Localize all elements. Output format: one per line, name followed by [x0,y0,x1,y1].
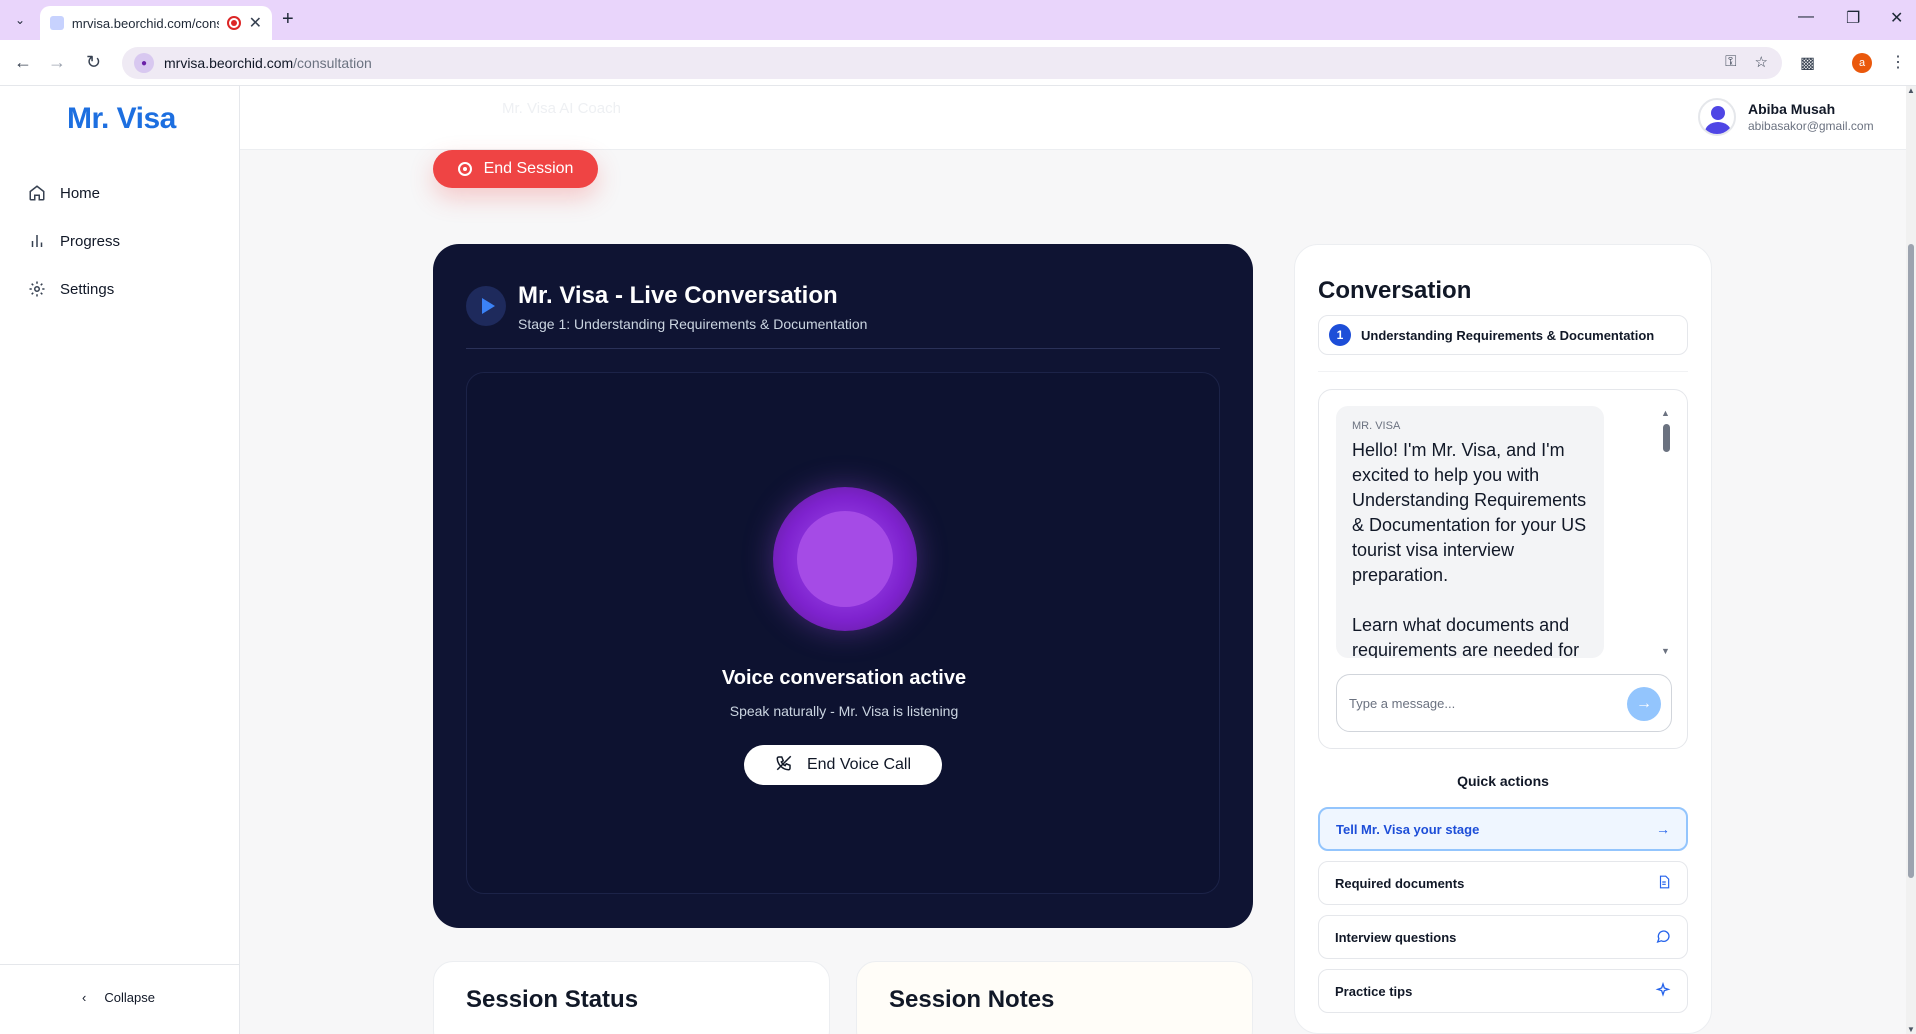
user-email: abibasakor@gmail.com [1748,119,1874,133]
tab-list-chevron-icon[interactable]: ⌄ [8,8,32,32]
document-icon [1657,874,1671,893]
chevron-left-icon: ‹ [82,990,87,1005]
scroll-thumb[interactable] [1663,424,1670,452]
avatar [1698,98,1736,136]
divider [466,348,1220,349]
browser-menu-icon[interactable]: ⋮ [1890,52,1906,72]
app-logo[interactable]: Mr. Visa [67,102,176,136]
quick-action-tell-stage[interactable]: Tell Mr. Visa your stage → [1318,807,1688,851]
quick-actions-title: Quick actions [1457,773,1549,789]
browser-tab[interactable]: mrvisa.beorchid.com/consu ✕ [40,6,272,40]
address-bar[interactable]: ● mrvisa.beorchid.com/consultation ⚿ ☆ [122,47,1782,79]
quick-action-label: Practice tips [1335,983,1413,999]
app-root: Mr. Visa Home Progress Settings ‹ Collap… [0,86,1906,1034]
divider [0,964,240,965]
chat-bubble-icon [1655,928,1671,947]
bar-chart-icon [28,232,46,250]
top-header: Mr. Visa AI Coach Abiba Musah abibasakor… [240,86,1906,150]
stage-indicator: 1 Understanding Requirements & Documenta… [1318,315,1688,355]
stage-number-badge: 1 [1329,324,1351,346]
home-icon [28,184,46,202]
sparkle-icon [1655,981,1671,1001]
session-status-title: Session Status [466,986,639,1013]
message-sender: MR. VISA [1352,420,1401,432]
end-voice-call-label: End Voice Call [806,756,912,773]
browser-toolbar: ← → ↻ ● mrvisa.beorchid.com/consultation… [0,40,1916,86]
tab-title: mrvisa.beorchid.com/consu [71,15,219,31]
address-url: mrvisa.beorchid.com/consultation [164,55,372,71]
sidebar-item-label: Progress [60,232,121,250]
sidebar-item-settings[interactable]: Settings [28,280,114,298]
message-input-container: → [1336,674,1672,732]
session-notes-card: Session Notes [856,961,1253,1034]
scroll-up-icon[interactable]: ▲ [1661,408,1670,418]
end-voice-call-button[interactable]: End Voice Call [744,745,942,785]
live-title: Mr. Visa - Live Conversation [518,282,838,309]
close-window-icon[interactable]: ✕ [1890,8,1903,28]
quick-action-label: Interview questions [1335,929,1457,945]
close-tab-icon[interactable]: ✕ [249,13,262,33]
message-text: Hello! I'm Mr. Visa, and I'm excited to … [1352,440,1587,658]
extensions-icon[interactable]: ▩ [1800,53,1815,73]
session-notes-title: Session Notes [889,986,1055,1013]
bookmark-star-icon[interactable]: ☆ [1755,53,1768,71]
sidebar-item-progress[interactable]: Progress [28,232,120,250]
voice-hint: Speak naturally - Mr. Visa is listening [729,703,959,719]
conversation-panel: Conversation 1 Understanding Requirement… [1294,244,1712,1034]
sidebar-item-home[interactable]: Home [28,184,100,202]
page-scroll-thumb[interactable] [1908,244,1914,878]
session-status-card: Session Status [433,961,830,1034]
back-icon[interactable]: ← [14,52,32,73]
collapse-button[interactable]: ‹ Collapse [82,990,155,1005]
voice-orb-core [797,511,893,607]
stop-circle-icon [457,162,472,176]
sidebar-item-label: Home [60,184,101,202]
stage-label: Understanding Requirements & Documentati… [1361,327,1655,343]
quick-action-practice-tips[interactable]: Practice tips [1318,969,1688,1013]
arrow-right-icon: → [1656,821,1670,837]
end-session-label: End Session [483,160,574,177]
conversation-title: Conversation [1318,277,1472,304]
scroll-down-icon[interactable]: ▼ [1661,646,1670,656]
divider [1318,371,1688,372]
quick-action-label: Required documents [1335,875,1465,891]
message-bubble: MR. VISA Hello! I'm Mr. Visa, and I'm ex… [1336,406,1604,658]
live-subtitle: Stage 1: Understanding Requirements & Do… [518,316,868,332]
favicon-icon [50,16,64,30]
quick-action-required-documents[interactable]: Required documents [1318,861,1688,905]
send-button[interactable]: → [1627,687,1661,721]
user-menu[interactable]: Abiba Musah abibasakor@gmail.com [1698,98,1874,136]
scroll-down-icon[interactable]: ▼ [1907,1025,1915,1034]
reload-icon[interactable]: ↻ [86,52,101,73]
live-conversation-card: Mr. Visa - Live Conversation Stage 1: Un… [433,244,1253,928]
forward-icon[interactable]: → [48,52,66,73]
quick-action-label: Tell Mr. Visa your stage [1336,821,1480,837]
collapse-label: Collapse [104,990,155,1005]
voice-panel: Voice conversation active Speak naturall… [466,372,1220,894]
recording-icon [226,16,241,30]
phone-off-icon [775,754,793,777]
profile-avatar[interactable]: a [1852,53,1872,73]
header-title: Mr. Visa AI Coach [502,100,621,117]
scroll-up-icon[interactable]: ▲ [1907,86,1915,95]
site-info-icon[interactable]: ● [134,53,154,73]
quick-action-interview-questions[interactable]: Interview questions [1318,915,1688,959]
restore-icon[interactable]: ❐ [1846,8,1860,28]
play-icon [466,286,506,326]
gear-icon [28,280,46,298]
voice-orb [773,487,917,631]
message-input[interactable] [1349,695,1609,711]
page-scrollbar[interactable]: ▲ ▼ [1906,86,1916,1034]
chat-box: MR. VISA Hello! I'm Mr. Visa, and I'm ex… [1318,389,1688,749]
user-name: Abiba Musah [1748,101,1836,117]
minimize-icon[interactable]: — [1798,8,1814,26]
end-session-button[interactable]: End Session [433,150,598,188]
password-key-icon[interactable]: ⚿ [1725,53,1736,71]
voice-status: Voice conversation active [721,667,967,689]
sidebar: Mr. Visa Home Progress Settings ‹ Collap… [0,86,240,1034]
chat-scrollbar[interactable]: ▲ ▼ [1661,408,1671,656]
browser-tab-bar: ⌄ mrvisa.beorchid.com/consu ✕ + — ❐ ✕ [0,0,1916,40]
sidebar-item-label: Settings [60,280,115,298]
new-tab-button[interactable]: + [282,8,294,31]
